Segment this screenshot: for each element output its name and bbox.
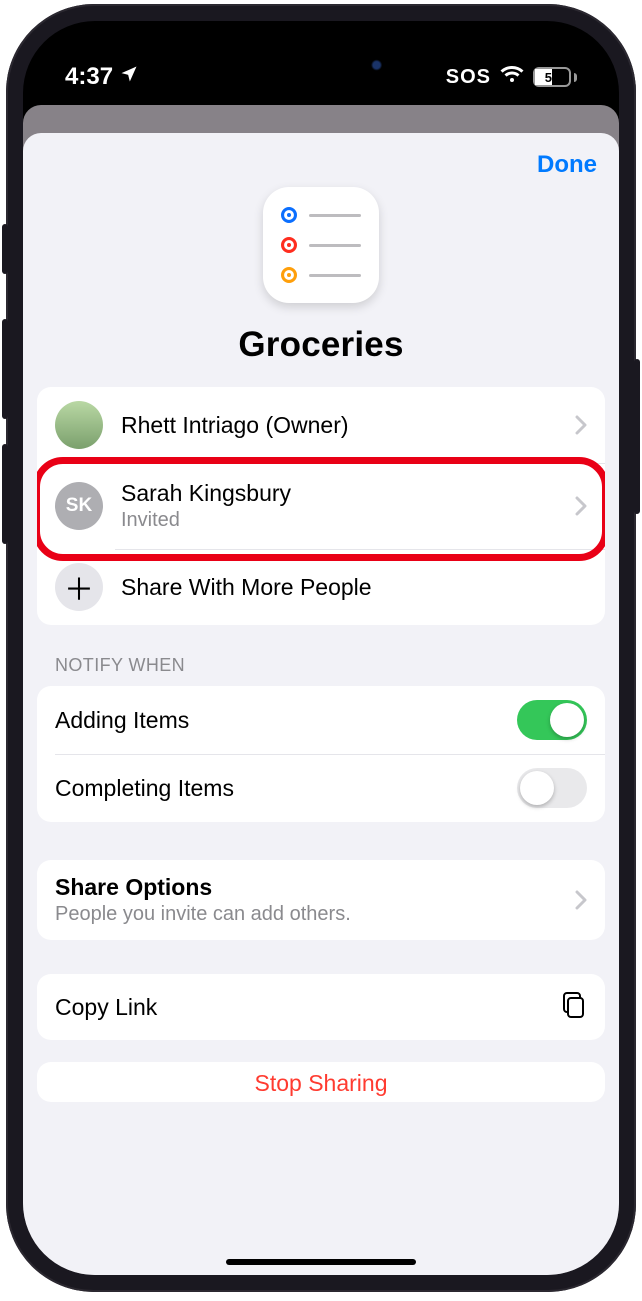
wifi-icon: [500, 65, 524, 89]
reminders-app-icon: [263, 187, 379, 303]
stop-sharing-card: Stop Sharing: [37, 1062, 605, 1102]
notify-adding-row: Adding Items: [37, 686, 605, 754]
participant-status: Invited: [121, 509, 575, 532]
notify-adding-toggle[interactable]: [517, 700, 587, 740]
location-icon: [119, 63, 139, 91]
share-sheet: Done Groceries Rhett Intriago (Owner): [23, 133, 619, 1275]
status-time: 4:37: [65, 63, 113, 91]
share-options-card: Share Options People you invite can add …: [37, 860, 605, 940]
notify-completing-toggle[interactable]: [517, 768, 587, 808]
avatar-initials: SK: [55, 482, 103, 530]
stop-sharing-label: Stop Sharing: [255, 1070, 388, 1097]
chevron-right-icon: [575, 415, 587, 435]
share-options-title: Share Options: [55, 874, 575, 901]
share-with-more-button[interactable]: ＋ Share With More People: [37, 549, 605, 625]
participant-invitee[interactable]: SK Sarah Kingsbury Invited: [37, 463, 605, 549]
participant-name: Rhett Intriago (Owner): [121, 412, 575, 439]
participant-owner[interactable]: Rhett Intriago (Owner): [37, 387, 605, 463]
share-more-label: Share With More People: [121, 574, 587, 601]
copy-link-button[interactable]: Copy Link: [37, 974, 605, 1040]
participant-name: Sarah Kingsbury: [121, 480, 575, 507]
notify-completing-label: Completing Items: [55, 775, 517, 802]
stop-sharing-button[interactable]: Stop Sharing: [37, 1062, 605, 1102]
copy-icon: [561, 990, 587, 1025]
copy-link-label: Copy Link: [55, 994, 561, 1021]
plus-icon: ＋: [55, 563, 103, 611]
share-options-row[interactable]: Share Options People you invite can add …: [37, 860, 605, 940]
battery-indicator: 51: [533, 67, 577, 87]
list-title: Groceries: [238, 325, 403, 365]
participants-card: Rhett Intriago (Owner) SK Sarah Kingsbur…: [37, 387, 605, 625]
sos-indicator: SOS: [446, 66, 491, 89]
chevron-right-icon: [575, 496, 587, 516]
share-options-subtitle: People you invite can add others.: [55, 903, 575, 926]
home-indicator[interactable]: [226, 1259, 416, 1265]
avatar: [55, 401, 103, 449]
notify-adding-label: Adding Items: [55, 707, 517, 734]
notify-section-header: Notify When: [37, 655, 605, 686]
notify-completing-row: Completing Items: [37, 754, 605, 822]
copy-link-card: Copy Link: [37, 974, 605, 1040]
done-button[interactable]: Done: [537, 151, 597, 179]
notify-card: Adding Items Completing Items: [37, 686, 605, 822]
chevron-right-icon: [575, 890, 587, 910]
